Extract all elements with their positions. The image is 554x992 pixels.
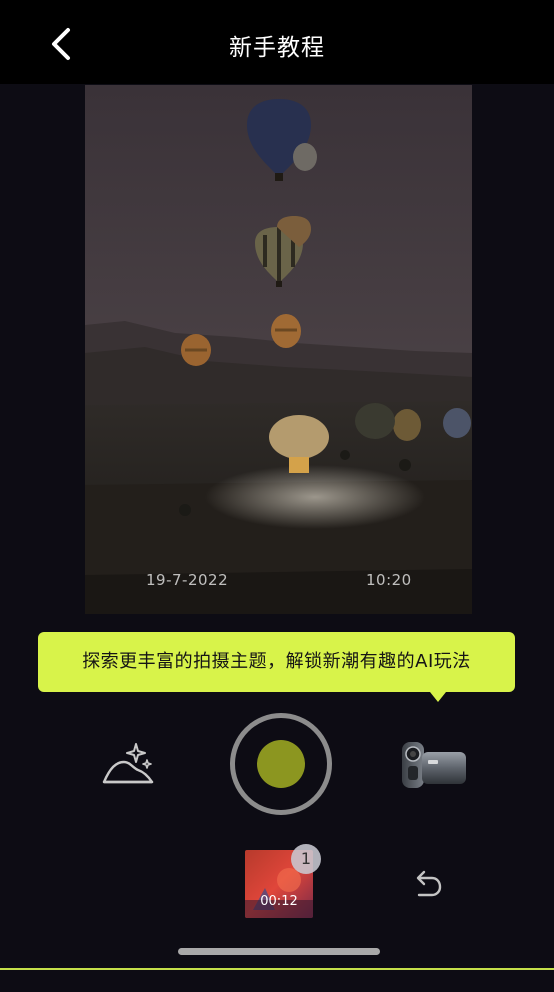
tutorial-tooltip: 探索更丰富的拍摄主题，解锁新潮有趣的AI玩法: [38, 632, 515, 692]
page-title: 新手教程: [229, 35, 325, 61]
time-stamp: 10:20: [366, 571, 412, 589]
gallery-thumbnail[interactable]: 00:12 1: [245, 844, 321, 918]
scene-select-button[interactable]: [102, 740, 156, 786]
balloon-scene-image: [85, 85, 472, 614]
landscape-sparkle-icon: [102, 743, 154, 784]
undo-icon: [416, 870, 442, 897]
date-stamp: 19-7-2022: [146, 571, 229, 589]
vintage-camcorder-icon: [402, 742, 466, 788]
balloon-small-right: [293, 143, 317, 171]
balloon-orange-center: [271, 314, 301, 348]
camera-preview: 19-7-2022 10:20: [85, 85, 472, 614]
top-navigation-bar: 新手教程: [0, 0, 554, 84]
balloon-orange-left: [181, 334, 211, 366]
media-count-badge: 1: [291, 844, 321, 874]
camera-style-button[interactable]: [400, 734, 470, 790]
shutter-button[interactable]: [230, 713, 332, 815]
tooltip-pointer: [430, 692, 446, 702]
undo-button[interactable]: [410, 866, 444, 900]
thumbnail-duration: 00:12: [260, 894, 298, 909]
home-indicator: [178, 948, 380, 955]
shutter-inner-circle: [257, 740, 305, 788]
bottom-accent-line: [0, 968, 554, 970]
